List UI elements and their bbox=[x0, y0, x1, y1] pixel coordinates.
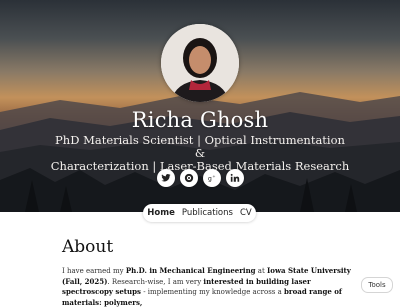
profile-tagline: PhD Materials Scientist | Optical Instru… bbox=[50, 134, 350, 173]
profile-name: Richa Ghosh bbox=[131, 108, 269, 132]
nav-publications[interactable]: Publications bbox=[182, 208, 233, 218]
nav-cv[interactable]: CV bbox=[240, 208, 252, 218]
orcid-icon[interactable] bbox=[179, 169, 198, 187]
about-text-3: . Research-wise, I am very bbox=[107, 277, 204, 286]
about-text-1: I have earned my bbox=[62, 267, 126, 275]
about-text-2: at bbox=[255, 267, 267, 275]
nav-home[interactable]: Home bbox=[147, 208, 175, 218]
hero-banner: Richa Ghosh PhD Materials Scientist | Op… bbox=[0, 0, 400, 212]
about-degree: Ph.D. in Mechanical Engineering bbox=[125, 266, 256, 275]
main-nav: Home Publications CV bbox=[143, 204, 256, 222]
social-links: g + bbox=[0, 169, 400, 187]
linkedin-icon[interactable] bbox=[225, 169, 244, 187]
svg-text:g: g bbox=[207, 176, 211, 183]
tools-button[interactable]: Tools bbox=[361, 277, 393, 293]
profile-photo bbox=[161, 24, 239, 102]
google-scholar-icon[interactable]: g + bbox=[202, 169, 221, 187]
avatar bbox=[161, 24, 239, 102]
twitter-icon[interactable] bbox=[156, 169, 175, 187]
about-heading: About bbox=[62, 237, 114, 257]
about-paragraph: I have earned my Ph.D. in Mechanical Eng… bbox=[62, 266, 352, 308]
tagline-line-1: PhD Materials Scientist | Optical Instru… bbox=[55, 133, 345, 160]
svg-text:+: + bbox=[212, 175, 215, 179]
about-text-4: - implementing my knowledge across a bbox=[140, 288, 285, 296]
